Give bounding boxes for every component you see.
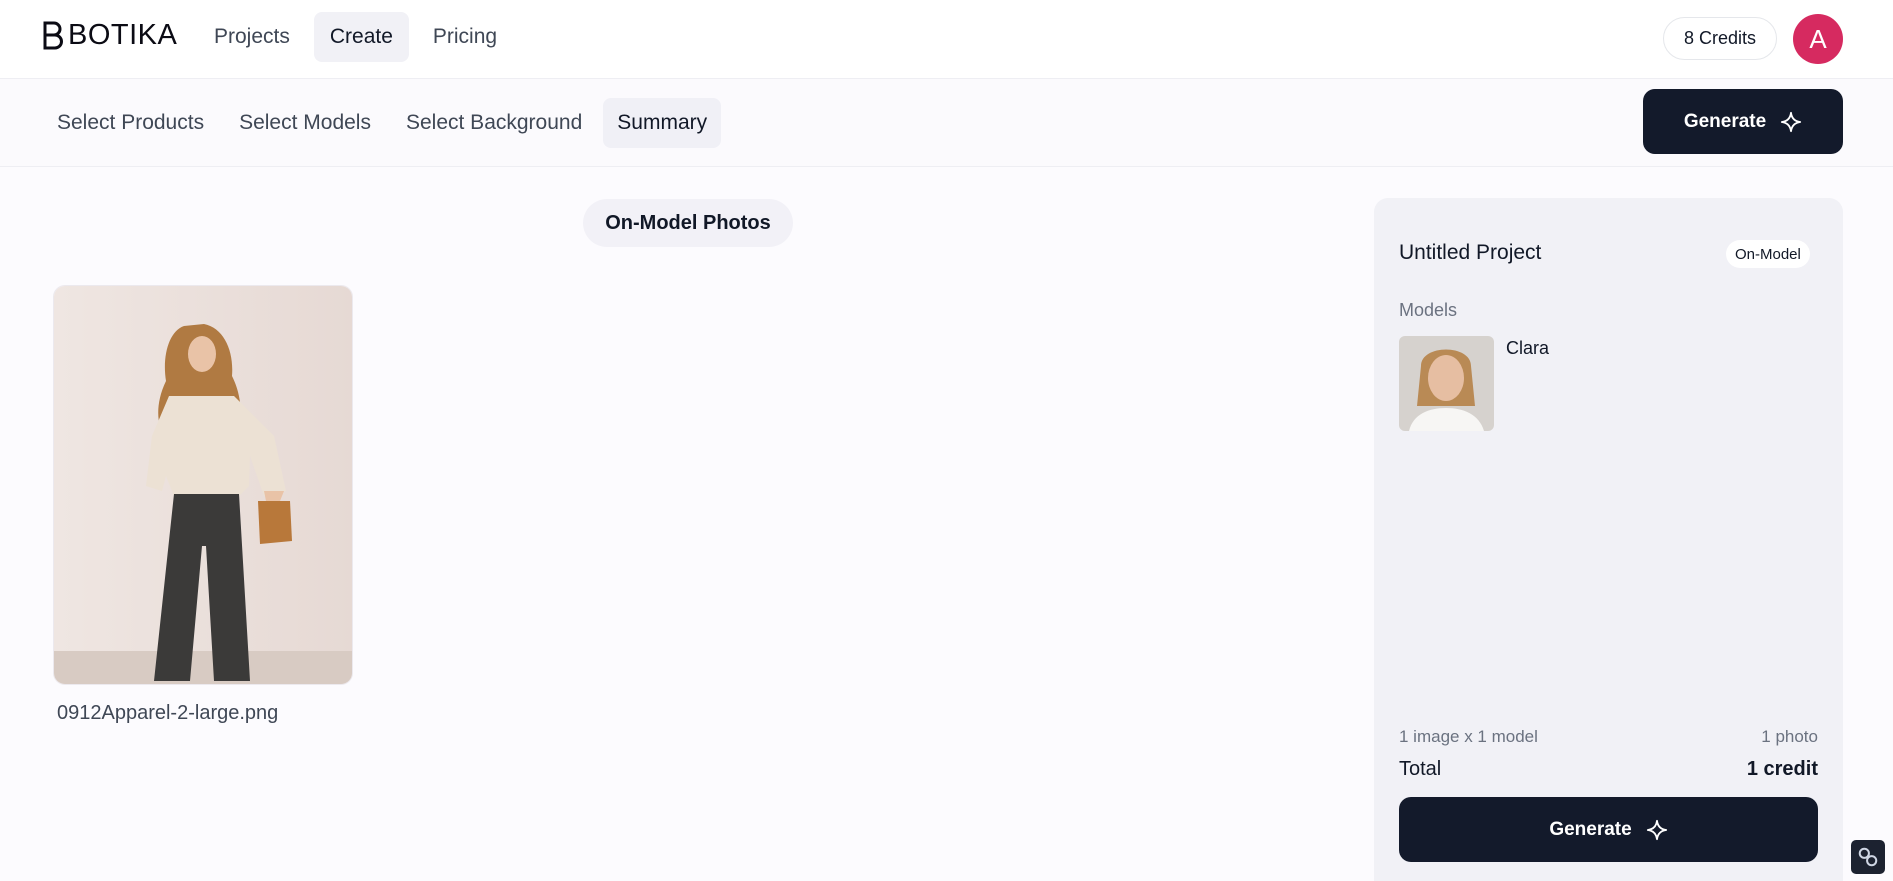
step-summary[interactable]: Summary xyxy=(603,98,722,148)
total-value: 1 credit xyxy=(1746,758,1818,780)
product-photo-card[interactable] xyxy=(53,285,353,685)
models-heading: Models xyxy=(1399,300,1458,320)
step-select-models[interactable]: Select Models xyxy=(225,98,385,148)
nav-create[interactable]: Create xyxy=(313,12,409,62)
wizard-steps: Select Products Select Models Select Bac… xyxy=(43,98,728,148)
nav-projects[interactable]: Projects xyxy=(198,12,306,62)
product-photo-image xyxy=(54,286,352,684)
link-icon xyxy=(1858,847,1878,867)
project-type-badge: On-Model xyxy=(1726,240,1810,268)
model-name: Clara xyxy=(1506,338,1550,358)
model-portrait-image xyxy=(1399,336,1494,431)
calc-result: 1 photo xyxy=(1761,727,1818,746)
step-select-products[interactable]: Select Products xyxy=(43,98,218,148)
wizard-step-bar: Select Products Select Models Select Bac… xyxy=(0,79,1893,167)
step-select-background[interactable]: Select Background xyxy=(392,98,596,148)
calc-formula: 1 image x 1 model xyxy=(1399,727,1538,746)
project-summary-panel: Untitled Project On-Model Models Clara 1… xyxy=(1374,198,1843,881)
section-title-pill: On-Model Photos xyxy=(583,199,793,247)
top-navbar: BOTIKA Projects Create Pricing 8 Credits… xyxy=(0,0,1893,79)
credits-badge[interactable]: 8 Credits xyxy=(1663,17,1777,60)
botika-logo-icon xyxy=(43,21,63,50)
main-nav: Projects Create Pricing xyxy=(198,12,513,62)
generate-button-label: Generate xyxy=(1549,818,1632,840)
project-title[interactable]: Untitled Project xyxy=(1399,241,1541,265)
generate-button-top[interactable]: Generate xyxy=(1643,89,1843,154)
sparkle-icon xyxy=(1781,111,1802,132)
brand-logo[interactable]: BOTIKA xyxy=(42,18,177,52)
total-label: Total xyxy=(1399,758,1442,780)
user-avatar[interactable]: A xyxy=(1793,14,1843,64)
photo-filename: 0912Apparel-2-large.png xyxy=(57,702,279,724)
generate-button-label: Generate xyxy=(1683,110,1767,132)
model-thumbnail xyxy=(1399,336,1494,431)
nav-pricing[interactable]: Pricing xyxy=(417,12,513,62)
floating-widget-button[interactable] xyxy=(1851,840,1885,874)
sparkle-icon xyxy=(1646,819,1667,840)
generate-button-bottom[interactable]: Generate xyxy=(1399,797,1818,862)
brand-name: BOTIKA xyxy=(68,18,178,51)
